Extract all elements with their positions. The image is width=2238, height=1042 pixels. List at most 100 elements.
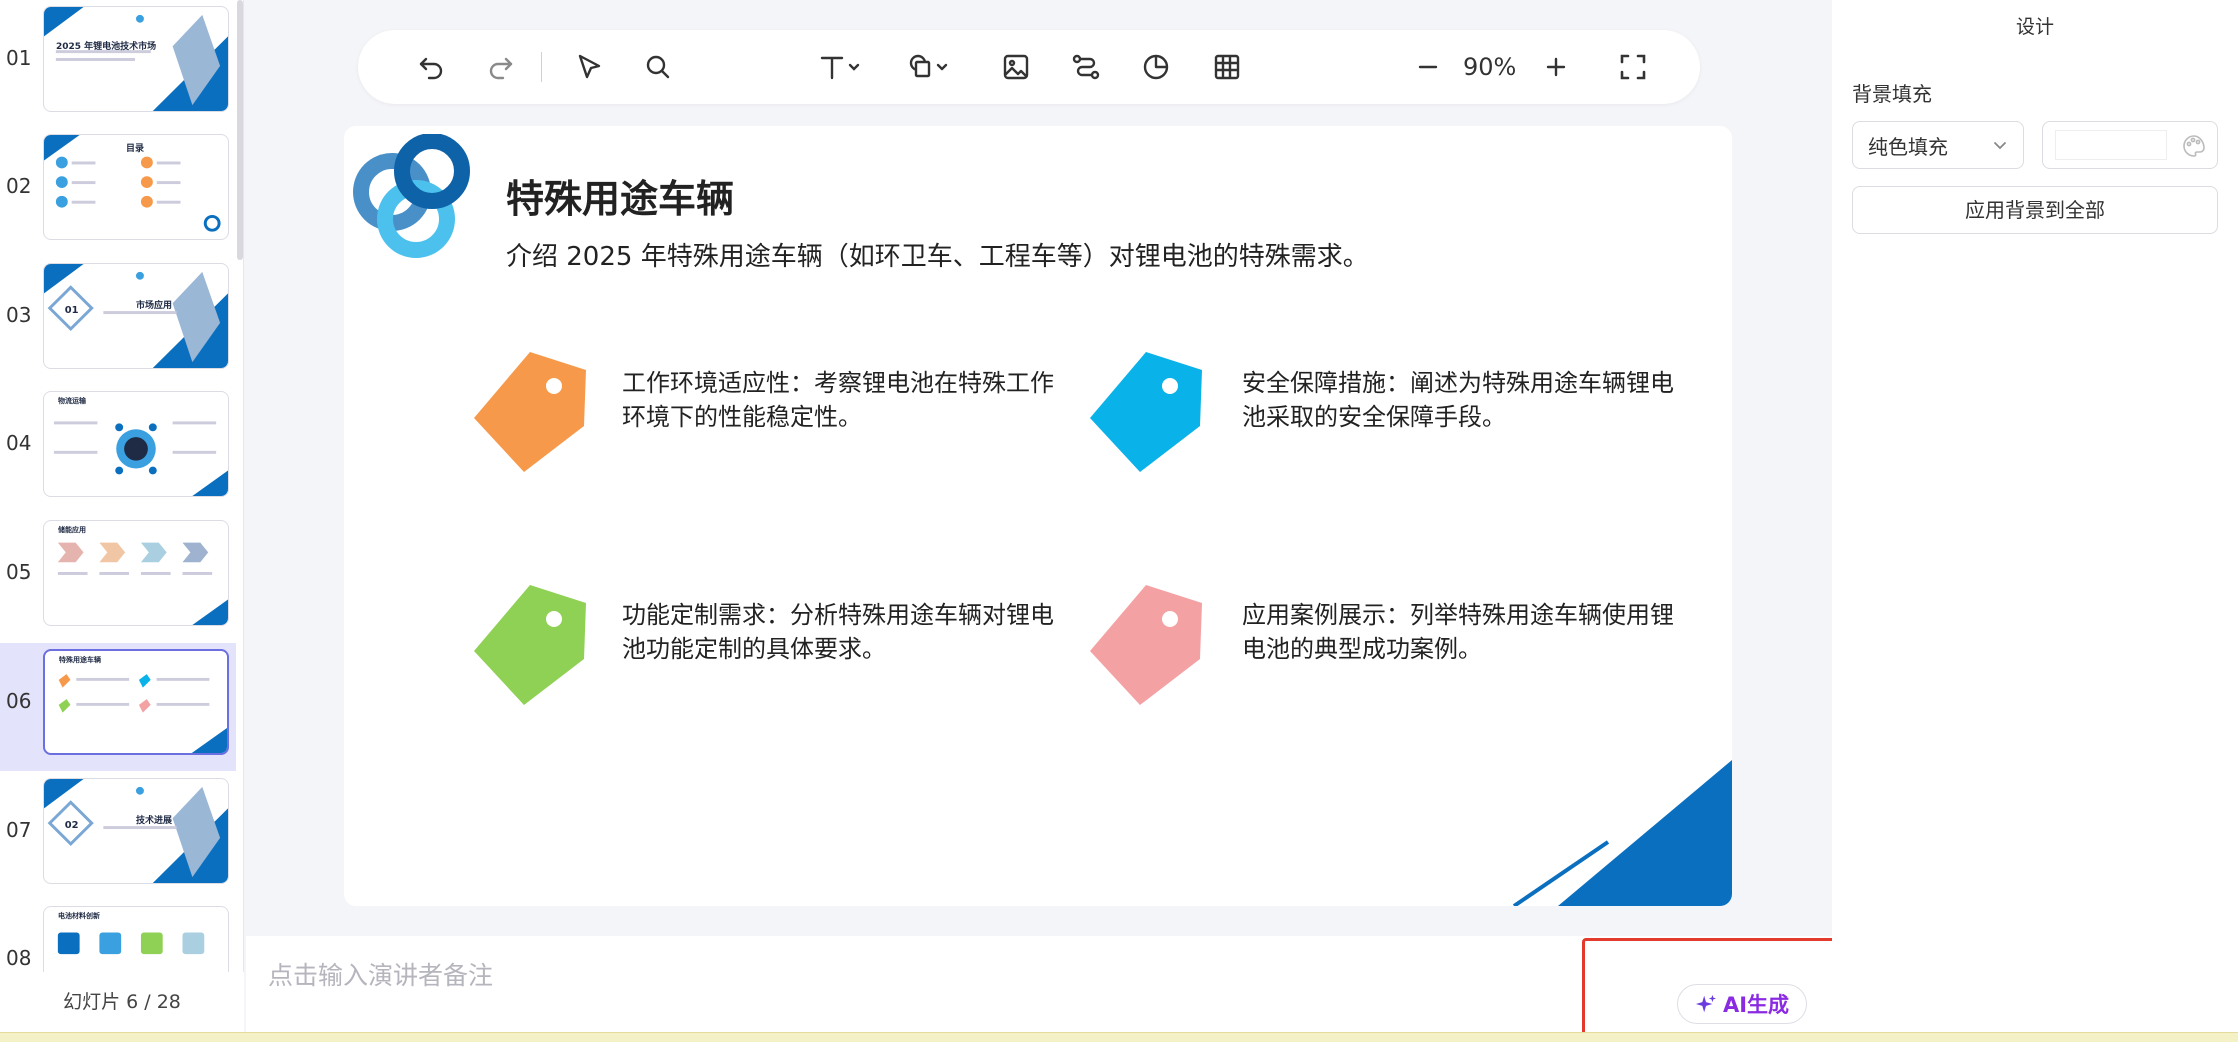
green-tag-icon xyxy=(474,585,586,705)
point-work-environment[interactable]: 工作环境适应性：考察锂电池在特殊工作环境下的性能稳定性。 xyxy=(622,366,1062,434)
zoom-level[interactable]: 90% xyxy=(1463,30,1516,104)
point-safety-measures[interactable]: 安全保障措施：阐述为特殊用途车辆锂电池采取的安全保障手段。 xyxy=(1242,366,1682,434)
thumbnail-title: 物流运输 xyxy=(58,397,86,405)
background-color-picker[interactable] xyxy=(2042,121,2218,169)
thumbnail-title: 技术进展 xyxy=(136,816,173,826)
chevron-down-icon xyxy=(1994,142,2006,150)
thumbnail-preview: 目录 xyxy=(43,134,229,240)
thumbnail-number: 08 xyxy=(6,946,32,970)
slide-thumbnail-04[interactable]: 04 物流运输 xyxy=(0,385,236,513)
thumbnail-graphic: 02 xyxy=(44,779,228,883)
corner-triangle-decoration xyxy=(1512,760,1732,906)
thumbnail-graphic xyxy=(57,542,228,625)
thumbnail-preview: 01 市场应用 xyxy=(43,263,229,369)
insert-table-button[interactable] xyxy=(1202,30,1252,104)
tag-shape xyxy=(1090,352,1202,472)
select-icon xyxy=(578,54,601,79)
thumbnail-preview: 2025 年锂电池技术市场 xyxy=(43,6,229,112)
undo-icon xyxy=(419,57,443,80)
thumbnail-number: 06 xyxy=(6,689,32,713)
pink-tag-icon xyxy=(1090,585,1202,705)
slide-counter: 幻灯片 6 / 28 xyxy=(0,972,244,1032)
thumbnail-title: 储能应用 xyxy=(58,526,86,534)
thumbnail-graphic xyxy=(53,421,228,496)
text-tool-button[interactable] xyxy=(810,30,870,104)
thumbnail-graphic xyxy=(58,674,227,753)
slide-thumbnail-05[interactable]: 05 储能应用 xyxy=(0,514,236,642)
insert-chart-button[interactable] xyxy=(1131,30,1181,104)
thumbnail-preview: 储能应用 xyxy=(43,520,229,626)
thumbnail-number: 07 xyxy=(6,818,32,842)
background-fill-label: 背景填充 xyxy=(1852,82,1932,106)
apply-background-all-button[interactable]: 应用背景到全部 xyxy=(1852,186,2218,234)
tag-shape xyxy=(1090,585,1202,705)
slide-subtitle[interactable]: 介绍 2025 年特殊用途车辆（如环卫车、工程车等）对锂电池的特殊需求。 xyxy=(506,236,1369,273)
editor-toolbar: 90% xyxy=(358,30,1700,104)
thumbnail-scrollbar[interactable] xyxy=(237,0,243,260)
insert-image-button[interactable] xyxy=(991,30,1041,104)
thumbnail-title: 特殊用途车辆 xyxy=(59,656,101,664)
connector-tool-button[interactable] xyxy=(1061,30,1111,104)
sparkle-icon xyxy=(1695,994,1717,1013)
zoom-out-icon xyxy=(1418,65,1438,69)
slide-thumbnail-panel: 01 2025 年锂电池技术市场 02 目录 03 01 市场应用 04 物流运输 05 储能应用 0… xyxy=(0,0,244,1042)
search-icon xyxy=(646,55,670,79)
thumbnail-preview: 02 技术进展 xyxy=(43,778,229,884)
toolbar-separator xyxy=(541,52,542,82)
shape-tool-button[interactable] xyxy=(898,30,958,104)
thumbnail-badge: 02 xyxy=(65,820,79,831)
thumbnail-title: 市场应用 xyxy=(136,301,173,311)
slide-thumbnail-02[interactable]: 02 目录 xyxy=(0,128,236,256)
palette-icon[interactable] xyxy=(2181,133,2207,159)
ai-generate-button[interactable]: AI生成 xyxy=(1677,984,1807,1024)
zoom-in-icon xyxy=(1546,57,1566,77)
undo-button[interactable] xyxy=(406,30,456,104)
thumbnail-graphic xyxy=(44,7,228,111)
thumbnail-number: 01 xyxy=(6,46,32,70)
connector-icon xyxy=(1072,54,1100,80)
tag-shape xyxy=(474,585,586,705)
tag-shape xyxy=(474,352,586,472)
ai-generate-label: AI生成 xyxy=(1722,993,1790,1017)
slide-canvas[interactable]: 特殊用途车辆 介绍 2025 年特殊用途车辆（如环卫车、工程车等）对锂电池的特殊… xyxy=(344,126,1732,906)
select-tool-button[interactable] xyxy=(564,30,614,104)
zoom-out-button[interactable] xyxy=(1408,30,1448,104)
thumbnail-number: 03 xyxy=(6,303,32,327)
slide-logo-rings xyxy=(353,134,470,258)
fill-type-value: 纯色填充 xyxy=(1868,134,1948,159)
thumbnail-preview: 物流运输 xyxy=(43,391,229,497)
table-icon xyxy=(1214,54,1240,80)
slide-thumbnail-07[interactable]: 07 02 技术进展 xyxy=(0,772,236,900)
slide-thumbnail-06[interactable]: 06 特殊用途车辆 xyxy=(0,643,236,771)
orange-tag-icon xyxy=(474,352,586,472)
blue-tag-icon xyxy=(1090,352,1202,472)
bottom-notification-strip xyxy=(0,1032,2238,1042)
thumbnail-title: 电池材料创新 xyxy=(58,912,100,920)
thumbnail-number: 02 xyxy=(6,174,32,198)
search-button[interactable] xyxy=(633,30,683,104)
thumbnail-graphic: 01 xyxy=(44,264,228,368)
fill-type-select[interactable]: 纯色填充 xyxy=(1852,121,2024,169)
thumbnail-badge: 01 xyxy=(65,305,79,316)
color-swatch[interactable] xyxy=(2055,130,2167,160)
fullscreen-icon xyxy=(1620,54,1646,80)
image-icon xyxy=(1003,54,1029,80)
slide-thumbnail-01[interactable]: 01 2025 年锂电池技术市场 xyxy=(0,0,236,128)
slide-title[interactable]: 特殊用途车辆 xyxy=(506,168,734,223)
shape-icon xyxy=(909,54,948,78)
thumbnail-title: 2025 年锂电池技术市场 xyxy=(56,42,157,52)
point-function-customization[interactable]: 功能定制需求：分析特殊用途车辆对锂电池功能定制的具体要求。 xyxy=(622,598,1062,666)
design-panel: 设计 背景填充 纯色填充 应用背景到全部 xyxy=(1832,0,2238,1042)
zoom-in-button[interactable] xyxy=(1536,30,1576,104)
slide-thumbnail-03[interactable]: 03 01 市场应用 xyxy=(0,257,236,385)
thumbnail-title: 目录 xyxy=(126,144,145,154)
tab-design[interactable]: 设计 xyxy=(1832,12,2238,39)
thumbnail-number: 05 xyxy=(6,560,32,584)
text-icon xyxy=(820,56,860,80)
notes-placeholder: 点击输入演讲者备注 xyxy=(268,961,494,990)
thumbnail-number: 04 xyxy=(6,431,32,455)
point-application-cases[interactable]: 应用案例展示：列举特殊用途车辆使用锂电池的典型成功案例。 xyxy=(1242,598,1682,666)
redo-button[interactable] xyxy=(476,30,526,104)
fullscreen-button[interactable] xyxy=(1608,30,1658,104)
redo-icon xyxy=(489,57,513,80)
